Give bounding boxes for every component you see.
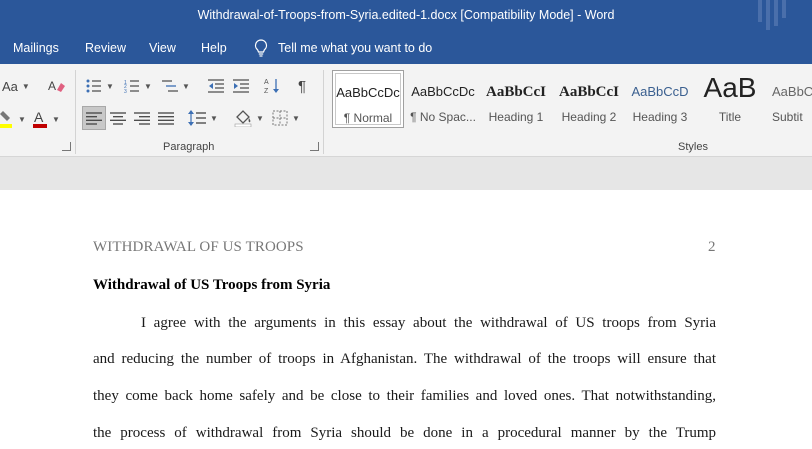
brand-decoration xyxy=(756,0,812,33)
title-bar: Withdrawal-of-Troops-from-Syria.edited-1… xyxy=(0,0,812,33)
ribbon-tabs: Mailings Review View Help Tell me what y… xyxy=(0,33,812,64)
pilcrow-icon: ¶ xyxy=(297,77,307,95)
align-left-icon xyxy=(86,111,102,125)
document-page[interactable]: WITHDRAWAL OF US TROOPS 2 Withdrawal of … xyxy=(0,190,812,449)
svg-text:A: A xyxy=(34,109,44,125)
paragraph-line: I agree with the arguments in this essay… xyxy=(141,315,716,331)
style-sample: AaBbCcDc xyxy=(336,85,400,100)
multilevel-list-icon xyxy=(162,79,178,93)
window-title: Withdrawal-of-Troops-from-Syria.edited-1… xyxy=(197,8,615,22)
align-right-button[interactable] xyxy=(132,108,152,128)
style-name: ¶ Normal xyxy=(343,111,393,125)
chevron-down-icon: ▼ xyxy=(21,81,30,91)
svg-text:3: 3 xyxy=(124,89,127,93)
style-sample: AaBbC xyxy=(772,84,812,99)
multilevel-list-button[interactable]: ▼ xyxy=(162,76,190,96)
eraser-icon: A xyxy=(48,78,66,94)
bullets-button[interactable]: ▼ xyxy=(86,76,114,96)
increase-indent-button[interactable] xyxy=(231,76,251,96)
align-justify-icon xyxy=(158,111,174,125)
style-name: Subtit xyxy=(772,110,803,124)
chevron-down-icon: ▼ xyxy=(256,113,264,123)
line-spacing-icon xyxy=(188,110,206,126)
chevron-down-icon: ▼ xyxy=(52,114,60,124)
style-heading-2[interactable]: AaBbCcI Heading 2 xyxy=(553,70,625,128)
numbering-button[interactable]: 1 2 3 ▼ xyxy=(124,76,152,96)
ruler-area xyxy=(0,157,812,190)
numbered-list-icon: 1 2 3 xyxy=(124,79,140,93)
show-formatting-button[interactable]: ¶ xyxy=(292,76,312,96)
style-name: ¶ No Spac... xyxy=(410,110,476,124)
paragraph-dialog-launcher[interactable] xyxy=(310,142,319,151)
svg-text:A: A xyxy=(264,79,269,86)
change-case-label: Aa xyxy=(2,78,18,94)
lightbulb-icon xyxy=(254,39,268,57)
paragraph-line: the process of withdrawal from Syria sho… xyxy=(93,425,716,441)
styles-group-label: Styles xyxy=(678,141,708,153)
chevron-down-icon: ▼ xyxy=(292,113,300,123)
line-spacing-button[interactable]: ▼ xyxy=(188,108,218,128)
justify-button[interactable] xyxy=(156,108,176,128)
paragraph-line: they come back home safely and be close … xyxy=(93,388,716,404)
style-normal[interactable]: AaBbCcDc ¶ Normal xyxy=(332,70,404,128)
paragraph-group-label: Paragraph xyxy=(163,141,215,153)
group-separator xyxy=(323,70,324,154)
sort-button[interactable]: A Z xyxy=(262,76,282,96)
style-subtitle[interactable]: AaBbC Subtit xyxy=(768,70,812,128)
highlight-color-button[interactable]: ▼ xyxy=(0,108,26,130)
align-right-icon xyxy=(134,111,150,125)
font-dialog-launcher[interactable] xyxy=(62,142,71,151)
clear-formatting-button[interactable]: A xyxy=(46,76,68,96)
tab-review[interactable]: Review xyxy=(85,41,126,55)
ribbon: Aa ▼ A ▼ A ▼ ▼ 1 2 3 ▼ ▼ A Z ¶ ▼ ▼ ▼ Par… xyxy=(0,64,812,157)
style-heading-1[interactable]: AaBbCcI Heading 1 xyxy=(480,70,552,128)
tell-me-label: Tell me what you want to do xyxy=(278,41,433,55)
font-color-button[interactable]: A ▼ xyxy=(32,108,60,130)
style-sample: AaBbCcDc xyxy=(411,84,475,99)
chevron-down-icon: ▼ xyxy=(18,114,26,124)
align-center-button[interactable] xyxy=(108,108,128,128)
chevron-down-icon: ▼ xyxy=(210,113,218,123)
style-name: Heading 2 xyxy=(561,110,617,124)
style-sample: AaBbCcI xyxy=(558,84,619,100)
tab-help[interactable]: Help xyxy=(201,41,227,55)
style-heading-3[interactable]: AaBbCcD Heading 3 xyxy=(624,70,696,128)
font-color-icon: A xyxy=(32,109,48,129)
style-sample: AaBbCcD xyxy=(631,84,689,99)
align-left-button[interactable] xyxy=(82,106,106,130)
sort-az-icon: A Z xyxy=(264,77,280,95)
document-title: Withdrawal of US Troops from Syria xyxy=(93,277,331,293)
tab-mailings[interactable]: Mailings xyxy=(13,41,59,55)
indent-icon xyxy=(233,79,249,93)
align-center-icon xyxy=(110,111,126,125)
page-number: 2 xyxy=(708,239,716,255)
paint-bucket-icon xyxy=(234,109,252,127)
highlighter-icon xyxy=(0,109,14,129)
style-name: Heading 1 xyxy=(488,110,544,124)
chevron-down-icon: ▼ xyxy=(182,81,190,91)
bullet-list-icon xyxy=(86,79,102,93)
style-sample: AaB xyxy=(703,72,757,103)
style-no-spacing[interactable]: AaBbCcDc ¶ No Spac... xyxy=(407,70,479,128)
shading-button[interactable]: ▼ xyxy=(234,108,264,128)
decrease-indent-button[interactable] xyxy=(206,76,226,96)
style-sample: AaBbCcI xyxy=(485,84,546,100)
svg-text:Z: Z xyxy=(264,88,269,95)
tell-me-search[interactable]: Tell me what you want to do xyxy=(254,39,432,57)
style-name: Heading 3 xyxy=(632,110,688,124)
borders-icon xyxy=(272,110,288,126)
running-header: WITHDRAWAL OF US TROOPS xyxy=(93,239,304,255)
tab-view[interactable]: View xyxy=(149,41,176,55)
chevron-down-icon: ▼ xyxy=(106,81,114,91)
paragraph-line: and reducing the number of troops in Afg… xyxy=(93,351,716,367)
borders-button[interactable]: ▼ xyxy=(272,108,300,128)
style-title[interactable]: AaB Title xyxy=(694,70,766,128)
change-case-button[interactable]: Aa ▼ xyxy=(2,76,30,96)
group-separator xyxy=(75,70,76,154)
style-name: Title xyxy=(718,110,742,124)
outdent-icon xyxy=(208,79,224,93)
chevron-down-icon: ▼ xyxy=(144,81,152,91)
svg-text:A: A xyxy=(48,79,56,93)
